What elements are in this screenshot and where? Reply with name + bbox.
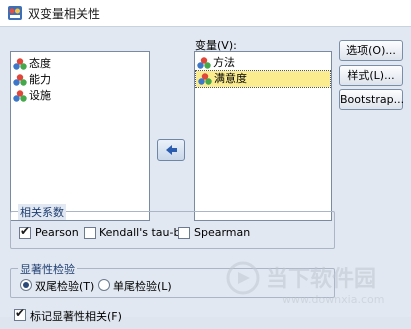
source-variable-list[interactable]: 态度 能力 设施 xyxy=(10,51,150,221)
window-title: 双变量相关性 xyxy=(28,7,101,21)
flag-significant-label: 标记显著性相关(F) xyxy=(30,310,122,323)
bootstrap-button[interactable]: Bootstrap... xyxy=(339,89,404,110)
checkmark-icon: ✔ xyxy=(20,224,31,238)
flag-significant-checkbox[interactable]: ✔ xyxy=(14,306,26,321)
significance-group-title: 显著性检验 xyxy=(18,261,77,277)
scale-variable-icon xyxy=(13,74,27,86)
spearman-checkbox[interactable] xyxy=(178,227,190,239)
watermark-logo-icon xyxy=(226,261,260,295)
watermark: 当下软件园 www.downxia.com xyxy=(226,259,406,329)
one-tailed-label: 单尾检验(L) xyxy=(113,280,172,293)
kendall-checkbox[interactable] xyxy=(84,227,96,239)
checkmark-icon: ✔ xyxy=(15,306,26,320)
title-bar: 双变量相关性 xyxy=(0,0,411,27)
arrow-left-icon xyxy=(166,145,177,155)
dialog-body: 态度 能力 设施 变量(V): 方法 满意度 选项(O)... 样式(L)...… xyxy=(0,27,411,323)
spearman-label: Spearman xyxy=(194,226,251,239)
source-variable-item[interactable]: 能力 xyxy=(11,72,149,88)
one-tailed-radio[interactable] xyxy=(98,279,110,291)
radio-selected-dot xyxy=(23,282,29,288)
source-variable-label: 设施 xyxy=(29,89,51,102)
scale-variable-icon xyxy=(197,57,211,69)
two-tailed-label: 双尾检验(T) xyxy=(35,280,95,293)
target-variable-list[interactable]: 方法 满意度 xyxy=(194,51,332,221)
scale-variable-icon xyxy=(198,73,212,85)
target-variable-item-selected[interactable]: 满意度 xyxy=(195,70,331,88)
target-variable-label: 满意度 xyxy=(214,72,247,85)
spss-app-icon xyxy=(8,6,22,20)
source-variable-item[interactable]: 设施 xyxy=(11,88,149,104)
kendall-label: Kendall's tau-b xyxy=(99,226,181,239)
options-button[interactable]: 选项(O)... xyxy=(339,40,403,61)
source-variable-label: 能力 xyxy=(29,73,51,86)
pearson-checkbox[interactable]: ✔ xyxy=(19,224,31,239)
watermark-url: www.downxia.com xyxy=(282,293,385,306)
two-tailed-radio[interactable] xyxy=(20,279,32,291)
source-variable-item[interactable]: 态度 xyxy=(11,56,149,72)
correlation-group-title: 相关系数 xyxy=(18,204,66,220)
source-variable-label: 态度 xyxy=(29,57,51,70)
style-button[interactable]: 样式(L)... xyxy=(339,65,403,86)
target-variable-label: 方法 xyxy=(213,56,235,69)
scale-variable-icon xyxy=(13,58,27,70)
target-variable-item[interactable]: 方法 xyxy=(195,55,331,71)
move-variable-button[interactable] xyxy=(157,139,185,161)
scale-variable-icon xyxy=(13,90,27,102)
pearson-label: Pearson xyxy=(35,226,79,239)
watermark-text: 当下软件园 xyxy=(266,267,377,292)
